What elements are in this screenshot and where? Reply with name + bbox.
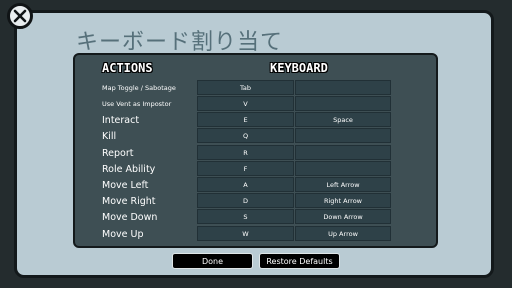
primary-key-cell[interactable]: Tab xyxy=(197,80,294,95)
primary-key-cell[interactable]: F xyxy=(197,161,294,176)
keybind-row: Role Ability F xyxy=(0,161,512,177)
secondary-key-cell[interactable]: Up Arrow xyxy=(295,226,391,241)
keybind-row: Move Up W Up Arrow xyxy=(0,226,512,242)
primary-key-cell[interactable]: A xyxy=(197,177,294,192)
keybind-row: Map Toggle / Sabotage Tab xyxy=(0,80,512,96)
secondary-key-cell[interactable] xyxy=(295,161,391,176)
action-label: Map Toggle / Sabotage xyxy=(102,83,176,92)
secondary-key-cell[interactable]: Left Arrow xyxy=(295,177,391,192)
action-label: Move Left xyxy=(102,179,149,191)
action-label: Kill xyxy=(102,130,117,142)
secondary-key-cell[interactable] xyxy=(295,128,391,143)
secondary-key-cell[interactable] xyxy=(295,80,391,95)
restore-defaults-button[interactable]: Restore Defaults xyxy=(259,253,340,269)
page-title: キーボード割り当て xyxy=(76,30,284,55)
keybind-row: Move Right D Right Arrow xyxy=(0,193,512,209)
keyboard-header: KEYBOARD xyxy=(270,61,328,75)
action-label: Use Vent as Impostor xyxy=(102,99,172,108)
primary-key-cell[interactable]: E xyxy=(197,112,294,127)
secondary-key-cell[interactable]: Space xyxy=(295,112,391,127)
close-icon xyxy=(13,9,27,23)
action-label: Move Right xyxy=(102,195,156,207)
action-label: Interact xyxy=(102,114,140,126)
keybind-row: Report R xyxy=(0,145,512,161)
keybind-row: Interact E Space xyxy=(0,112,512,128)
primary-key-cell[interactable]: V xyxy=(197,96,294,111)
action-label: Report xyxy=(102,147,134,159)
keybind-row: Kill Q xyxy=(0,128,512,144)
action-label: Move Down xyxy=(102,211,158,223)
primary-key-cell[interactable]: S xyxy=(197,209,294,224)
action-label: Role Ability xyxy=(102,163,156,175)
primary-key-cell[interactable]: D xyxy=(197,193,294,208)
keybind-row: Move Left A Left Arrow xyxy=(0,177,512,193)
secondary-key-cell[interactable] xyxy=(295,96,391,111)
done-button[interactable]: Done xyxy=(172,253,253,269)
action-label: Move Up xyxy=(102,228,144,240)
primary-key-cell[interactable]: W xyxy=(197,226,294,241)
secondary-key-cell[interactable]: Down Arrow xyxy=(295,209,391,224)
actions-header: ACTIONS xyxy=(102,61,153,75)
keybind-row: Use Vent as Impostor V xyxy=(0,96,512,112)
keybind-row: Move Down S Down Arrow xyxy=(0,209,512,225)
secondary-key-cell[interactable] xyxy=(295,145,391,160)
primary-key-cell[interactable]: Q xyxy=(197,128,294,143)
secondary-key-cell[interactable]: Right Arrow xyxy=(295,193,391,208)
primary-key-cell[interactable]: R xyxy=(197,145,294,160)
close-button[interactable] xyxy=(7,3,33,29)
